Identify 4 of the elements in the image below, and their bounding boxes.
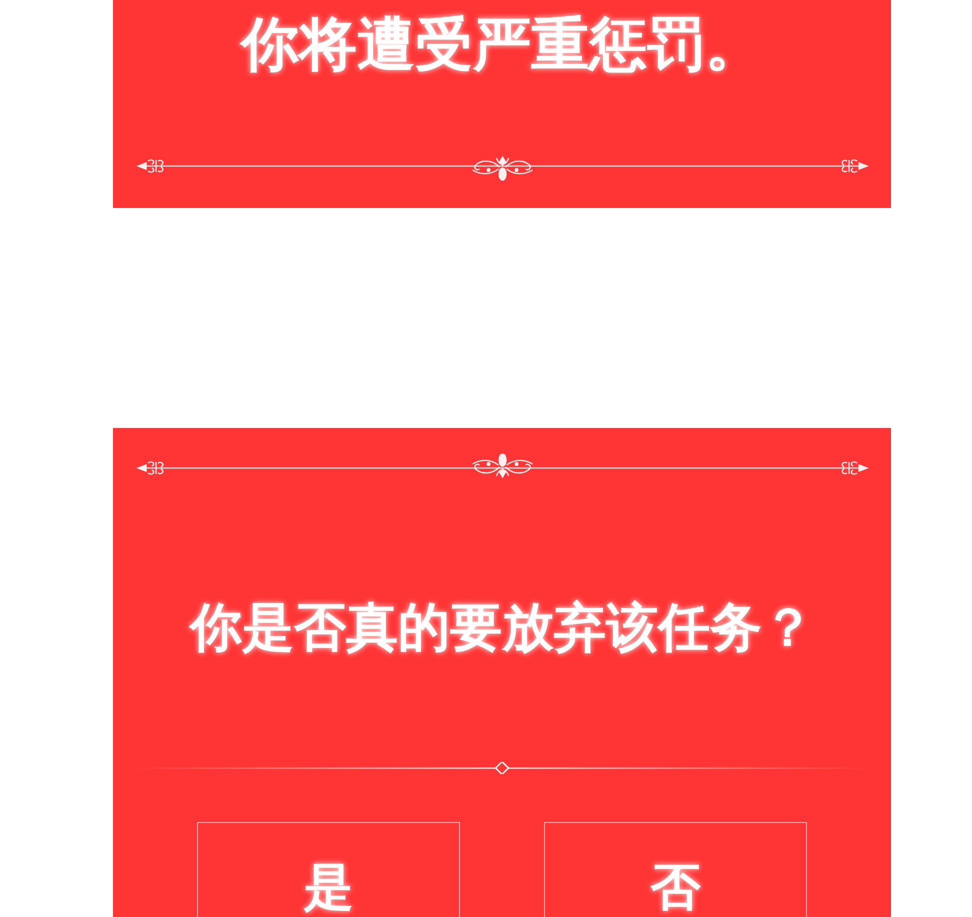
- confirm-question: 你是否真的要放弃该任务？: [190, 598, 814, 658]
- no-button[interactable]: 否: [544, 822, 807, 917]
- warning-message: 你将遭受严重惩罚。: [241, 12, 763, 76]
- yes-button[interactable]: 是: [197, 822, 460, 917]
